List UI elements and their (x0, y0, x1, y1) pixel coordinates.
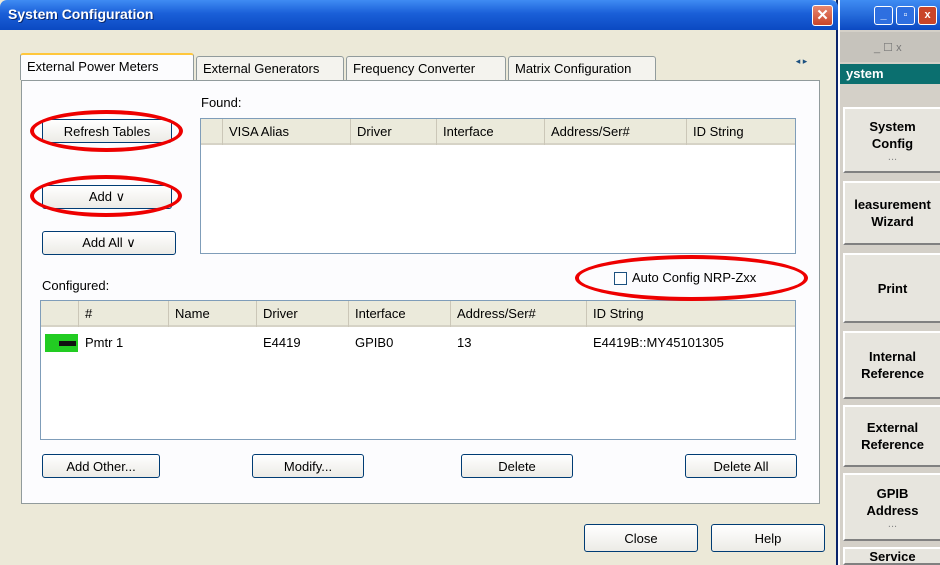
configured-col-number[interactable]: # (79, 301, 169, 327)
ghost-controls-text: _ ☐ x (874, 42, 902, 54)
softkey-label: Internal Reference (861, 349, 924, 381)
softkey-internal-reference[interactable]: Internal Reference (843, 331, 940, 399)
softkey-sub: ... (887, 517, 898, 530)
tab-frequency-converter[interactable]: Frequency Converter (346, 56, 506, 80)
softkey-label: System Config (869, 118, 916, 151)
configured-label: Configured: (42, 278, 110, 293)
softkey-service[interactable]: Service (843, 547, 940, 565)
tab-external-power-meters[interactable]: External Power Meters (20, 53, 194, 80)
system-configuration-dialog: System Configuration ✕ External Power Me… (0, 0, 838, 565)
softkey-system-config[interactable]: System Config ... (843, 107, 940, 173)
auto-config-checkbox[interactable] (614, 272, 627, 285)
delete-all-button[interactable]: Delete All (685, 454, 797, 478)
found-col-interface[interactable]: Interface (437, 119, 545, 145)
softkey-label: GPIB Address (866, 485, 919, 518)
table-row[interactable]: Pmtr 1 E4419 GPIB0 13 E4419B::MY45101305 (41, 331, 795, 353)
tab-external-generators[interactable]: External Generators (196, 56, 344, 80)
configured-col-interface[interactable]: Interface (349, 301, 451, 327)
power-meter-status-icon (45, 334, 78, 352)
configured-col-driver[interactable]: Driver (257, 301, 349, 327)
found-col-visa-alias[interactable]: VISA Alias (223, 119, 351, 145)
close-button[interactable]: Close (584, 524, 698, 552)
softkey-label: Service (869, 548, 916, 564)
minimize-icon[interactable]: _ (874, 6, 893, 25)
softkey-external-reference[interactable]: External Reference (843, 405, 940, 467)
found-col-blank (201, 119, 223, 145)
row-number: Pmtr 1 (85, 335, 124, 350)
softkey-menu-title: ystem (840, 64, 940, 84)
found-col-id-string[interactable]: ID String (687, 119, 795, 145)
softkey-label: Print (877, 280, 908, 296)
add-button[interactable]: Add ∨ (42, 185, 172, 209)
row-address: 13 (457, 335, 472, 350)
softkey-measurement-wizard[interactable]: leasurement Wizard (843, 181, 940, 245)
configured-col-address[interactable]: Address/Ser# (451, 301, 587, 327)
configured-list[interactable]: # Name Driver Interface Address/Ser# ID … (40, 300, 796, 440)
softkey-label: leasurement Wizard (854, 197, 931, 229)
modify-button[interactable]: Modify... (252, 454, 364, 478)
softkey-window-bar: _ ▫ x (840, 0, 940, 30)
configured-col-status (41, 301, 79, 327)
auto-config-label[interactable]: Auto Config NRP-Zxx (632, 270, 756, 285)
add-all-button[interactable]: Add All ∨ (42, 231, 176, 255)
found-list-header: VISA Alias Driver Interface Address/Ser#… (201, 119, 795, 145)
found-col-address[interactable]: Address/Ser# (545, 119, 687, 145)
softkey-ghost-controls: _ ☐ x (840, 32, 940, 62)
add-other-button[interactable]: Add Other... (42, 454, 160, 478)
softkey-label: External Reference (861, 420, 924, 452)
found-label: Found: (201, 95, 242, 110)
found-list[interactable]: VISA Alias Driver Interface Address/Ser#… (200, 118, 796, 254)
configured-col-name[interactable]: Name (169, 301, 257, 327)
tab-matrix-configuration[interactable]: Matrix Configuration (508, 56, 656, 80)
row-interface: GPIB0 (355, 335, 394, 350)
delete-button[interactable]: Delete (461, 454, 573, 478)
refresh-tables-button[interactable]: Refresh Tables (42, 119, 172, 143)
help-button[interactable]: Help (711, 524, 825, 552)
softkey-gpib-address[interactable]: GPIB Address ... (843, 473, 940, 541)
window-title: System Configuration (8, 6, 154, 22)
found-col-driver[interactable]: Driver (351, 119, 437, 145)
close-icon[interactable]: x (918, 6, 937, 25)
row-id-string: E4419B::MY45101305 (593, 335, 724, 350)
configured-list-header: # Name Driver Interface Address/Ser# ID … (41, 301, 795, 327)
title-bar[interactable]: System Configuration ✕ (0, 0, 838, 30)
close-window-icon[interactable]: ✕ (812, 5, 833, 26)
maximize-icon[interactable]: ▫ (896, 6, 915, 25)
tab-scroll-arrows-icon[interactable]: ◂ ▸ (785, 52, 818, 70)
configured-col-id-string[interactable]: ID String (587, 301, 795, 327)
softkey-print[interactable]: Print (843, 253, 940, 323)
row-driver: E4419 (263, 335, 301, 350)
softkey-sub: ... (887, 150, 898, 163)
